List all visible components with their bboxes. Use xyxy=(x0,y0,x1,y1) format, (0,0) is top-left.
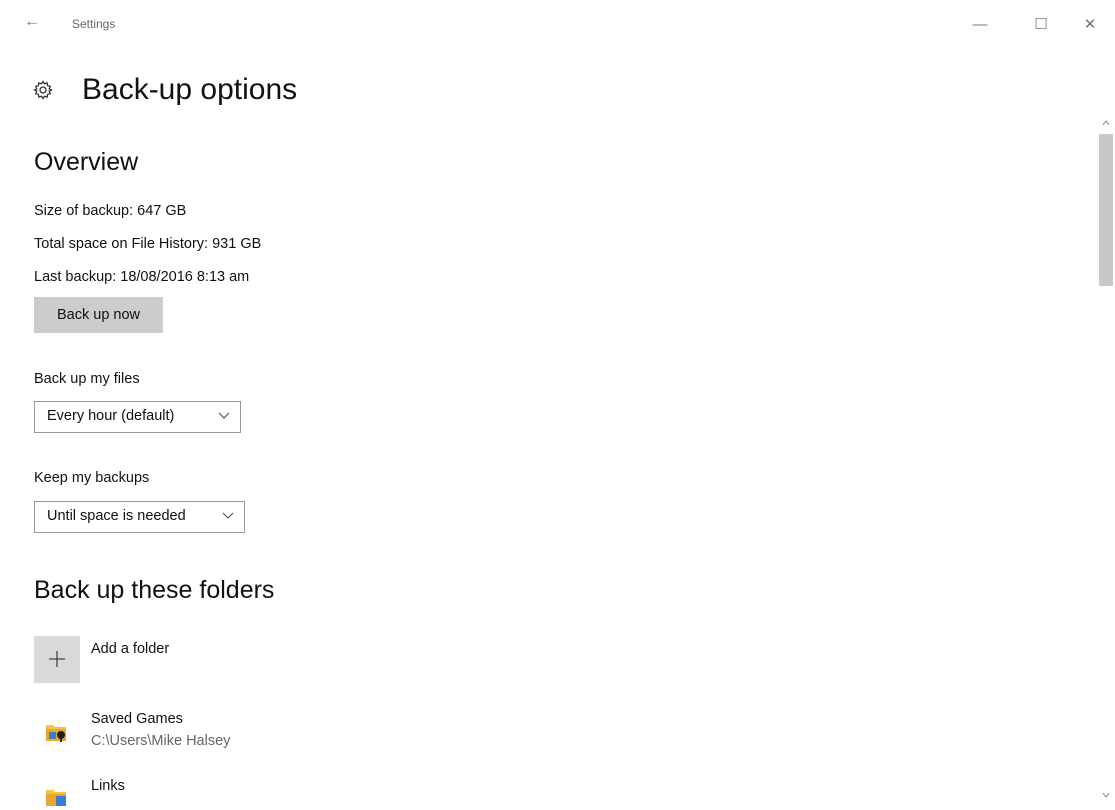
folder-name[interactable]: Saved Games xyxy=(91,711,183,727)
page-title: Back-up options xyxy=(82,73,298,106)
close-button[interactable]: ✕ xyxy=(1078,14,1102,36)
keep-backups-label: Keep my backups xyxy=(34,470,150,486)
backup-frequency-label: Back up my files xyxy=(34,371,140,387)
window-title: Settings xyxy=(72,17,116,31)
folders-heading: Back up these folders xyxy=(34,576,275,604)
plus-icon xyxy=(49,651,65,667)
chevron-down-icon xyxy=(222,512,234,519)
scrollbar-thumb[interactable] xyxy=(1099,134,1113,286)
links-folder-icon xyxy=(46,790,66,806)
keep-backups-dropdown[interactable]: Until space is needed xyxy=(34,501,245,533)
scroll-down-arrow-icon[interactable] xyxy=(1102,792,1110,798)
total-space-text: Total space on File History: 931 GB xyxy=(34,236,262,252)
gear-icon xyxy=(33,80,53,100)
folder-path: C:\Users\Mike Halsey xyxy=(91,733,231,749)
backup-frequency-value: Every hour (default) xyxy=(47,408,175,424)
back-up-now-button[interactable]: Back up now xyxy=(34,297,163,333)
scroll-up-arrow-icon[interactable] xyxy=(1102,120,1110,126)
keep-backups-value: Until space is needed xyxy=(47,508,186,524)
saved-games-folder-icon xyxy=(46,725,66,742)
backup-size-text: Size of backup: 647 GB xyxy=(34,203,187,219)
title-bar: ← Settings — ☐ ✕ xyxy=(0,0,1115,40)
backup-frequency-dropdown[interactable]: Every hour (default) xyxy=(34,401,241,433)
folder-name[interactable]: Links xyxy=(91,778,125,794)
maximize-button[interactable]: ☐ xyxy=(1029,14,1053,36)
overview-heading: Overview xyxy=(34,148,139,176)
add-folder-button[interactable] xyxy=(34,636,80,683)
chevron-down-icon xyxy=(218,412,230,419)
last-backup-text: Last backup: 18/08/2016 8:13 am xyxy=(34,269,250,285)
minimize-button[interactable]: — xyxy=(968,14,992,36)
add-folder-label[interactable]: Add a folder xyxy=(91,641,169,657)
back-arrow-icon[interactable]: ← xyxy=(24,14,46,30)
